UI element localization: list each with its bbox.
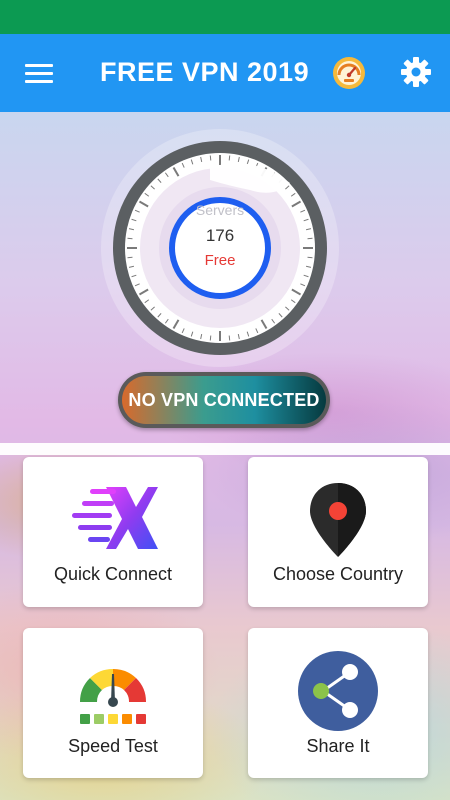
section-divider xyxy=(0,443,450,455)
speedometer-icon[interactable] xyxy=(332,56,366,90)
status-bar xyxy=(0,0,450,34)
app-title: FREE VPN 2019 xyxy=(100,57,310,87)
dial-tick xyxy=(209,155,212,161)
connection-status-button[interactable]: NO VPN CONNECTED xyxy=(118,372,330,428)
quick-connect-label: Quick Connect xyxy=(53,564,173,584)
quick-connect-x-icon xyxy=(68,479,158,561)
hamburger-menu-icon[interactable] xyxy=(25,64,53,84)
dial-tick xyxy=(228,335,231,341)
speed-test-button[interactable]: Speed Test xyxy=(23,628,203,778)
share-it-button[interactable]: Share It xyxy=(248,628,428,778)
tier-label: Free xyxy=(204,252,236,269)
quick-connect-button[interactable]: Quick Connect xyxy=(23,457,203,607)
share-icon xyxy=(293,650,383,732)
servers-label: Servers xyxy=(195,202,245,218)
location-pin-icon xyxy=(293,479,383,561)
server-count: 176 xyxy=(205,226,235,245)
speed-test-label: Speed Test xyxy=(68,736,158,756)
gear-icon[interactable] xyxy=(400,56,432,88)
share-it-label: Share It xyxy=(306,736,370,756)
dial-graphic xyxy=(101,129,339,367)
app-bar: FREE VPN 2019 xyxy=(0,34,450,112)
choose-country-label: Choose Country xyxy=(272,564,404,584)
speed-gauge-icon xyxy=(68,650,158,732)
connection-status-text: NO VPN CONNECTED xyxy=(128,389,320,410)
dial-tick xyxy=(209,335,212,341)
server-dial: Servers 176 Free xyxy=(100,128,340,368)
choose-country-button[interactable]: Choose Country xyxy=(248,457,428,607)
dial-tick xyxy=(228,155,231,161)
